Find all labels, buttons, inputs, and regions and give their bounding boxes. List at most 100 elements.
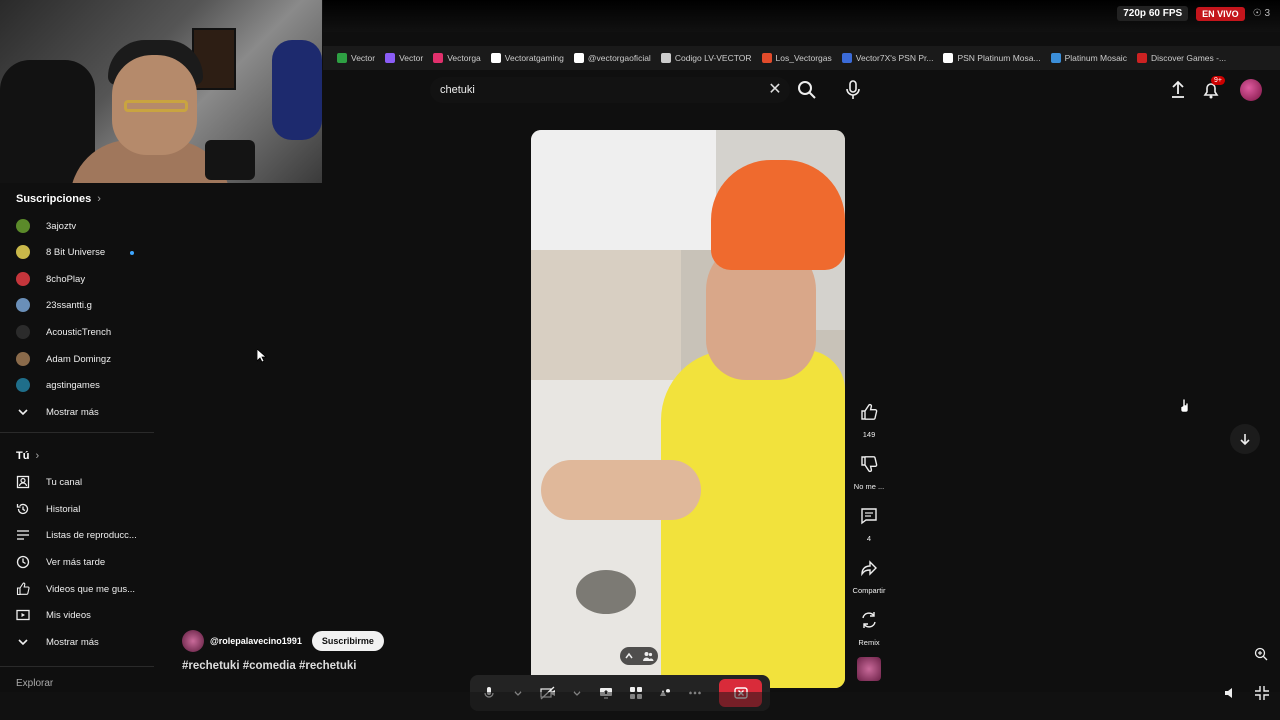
webcam-person-glasses	[124, 100, 188, 112]
sidebar-item-channel[interactable]: 23ssantti.g	[16, 295, 154, 315]
sidebar-item-channel[interactable]: 8choPlay	[16, 269, 154, 289]
thumbs-down-icon	[861, 456, 878, 473]
bookmark-item[interactable]: Vector7X's PSN Pr...	[841, 53, 933, 63]
bookmark-icon	[573, 53, 584, 63]
bookmark-icon	[660, 53, 671, 63]
sidebar-item-channel[interactable]: AcousticTrench	[16, 322, 154, 342]
bookmark-item[interactable]: PSN Platinum Mosa...	[943, 53, 1041, 63]
you-title: Tú	[16, 450, 30, 462]
sidebar-item-playlists[interactable]: Listas de reproducc...	[16, 525, 154, 545]
channel-name: 8 Bit Universe	[46, 246, 106, 258]
avatar[interactable]	[182, 630, 204, 652]
viewers-icon: ☉	[1252, 8, 1262, 19]
bookmark-item[interactable]: Vectorga	[433, 53, 481, 63]
thumbs-up-icon	[16, 582, 30, 596]
channel-name: Adam Domingz	[46, 353, 111, 365]
quality-badge: 720p 60 FPS	[1117, 6, 1189, 21]
bookmark-label: Vectoratgaming	[504, 53, 564, 63]
webcam-guitar	[272, 40, 322, 140]
sidebar-item-channel[interactable]: agstingames	[16, 375, 154, 395]
sidebar-item-your-videos[interactable]: Mis videos	[16, 605, 154, 625]
upload-icon[interactable]	[1168, 79, 1188, 101]
sidebar-item-watch-later[interactable]: Ver más tarde	[16, 552, 154, 572]
channel-avatar	[16, 219, 30, 233]
subscribe-button[interactable]: Suscribirme	[311, 631, 384, 651]
next-short-button[interactable]	[1230, 424, 1260, 454]
bookmark-item[interactable]: Vector	[385, 53, 423, 63]
show-more-you[interactable]: Mostrar más	[16, 632, 154, 652]
video-icon	[16, 608, 30, 622]
voice-search-icon[interactable]	[843, 79, 863, 101]
bookmark-icon	[490, 53, 501, 63]
like-button[interactable]: 149	[851, 402, 887, 439]
zoom-icon[interactable]	[1253, 646, 1269, 662]
short-video-player[interactable]	[531, 130, 845, 688]
bookmark-icon	[433, 53, 444, 63]
history-icon	[16, 502, 30, 516]
bookmark-item[interactable]: Vectoratgaming	[490, 53, 564, 63]
bookmark-item[interactable]: Los_Vectorgas	[761, 53, 832, 63]
viewer-count: ☉ 3	[1253, 8, 1270, 19]
you-heading[interactable]: Tú ›	[16, 450, 39, 462]
sidebar-item-label: Tu canal	[46, 476, 83, 488]
sidebar-item-your-channel[interactable]: Tu canal	[16, 472, 154, 492]
sidebar-divider	[0, 666, 154, 667]
video-scene-bowl	[576, 570, 636, 614]
chevron-up-icon	[625, 652, 633, 659]
share-button[interactable]: Compartir	[851, 558, 887, 595]
webcam-overlay	[0, 0, 322, 183]
notification-badge: 9+	[1211, 76, 1225, 85]
subscriptions-heading[interactable]: Suscripciones ›	[16, 193, 101, 205]
bookmark-item[interactable]: Discover Games -...	[1136, 53, 1226, 63]
explore-heading[interactable]: Explorar	[16, 678, 53, 689]
bookmark-item[interactable]: Platinum Mosaic	[1050, 53, 1127, 63]
sidebar-divider	[0, 432, 154, 433]
sidebar-item-liked-videos[interactable]: Videos que me gus...	[16, 579, 154, 599]
chevron-down-icon	[16, 405, 30, 419]
hashtags[interactable]: #rechetuki #comedia #rechetuki	[182, 660, 357, 672]
notifications-button[interactable]: 9+	[1200, 76, 1225, 101]
channel-name: AcousticTrench	[46, 326, 112, 338]
collapse-fullscreen-icon[interactable]	[1253, 684, 1271, 702]
sidebar: Suscripciones › 3ajoztv 8 Bit Universe 8c…	[0, 183, 160, 720]
bookmark-icon	[385, 53, 396, 63]
bookmark-icon	[337, 53, 347, 63]
bookmark-label: Vector	[399, 53, 424, 63]
comments-button[interactable]: 4	[851, 506, 887, 543]
clear-search-icon[interactable]: ✕	[765, 80, 785, 100]
sidebar-item-label: Ver más tarde	[46, 556, 106, 568]
like-count: 149	[862, 430, 876, 439]
user-box-icon	[16, 475, 30, 489]
channel-avatar	[16, 272, 30, 286]
channel-avatar	[16, 325, 30, 339]
video-scene-person-hands	[541, 460, 701, 520]
sidebar-item-channel[interactable]: 3ajoztv	[16, 216, 154, 236]
volume-icon[interactable]	[1222, 684, 1240, 702]
expand-controls-button[interactable]	[620, 647, 658, 665]
channel-avatar	[16, 378, 30, 392]
sidebar-item-channel[interactable]: Adam Domingz	[16, 349, 154, 369]
remix-button[interactable]: Remix	[851, 610, 887, 647]
sidebar-item-label: Historial	[46, 503, 81, 515]
chevron-down-icon	[16, 635, 30, 649]
channel-info: @rolepalavecino1991 Suscribirme	[182, 630, 384, 652]
bookmark-item[interactable]: @vectorgaoficial	[573, 53, 651, 63]
channel-avatar	[16, 298, 30, 312]
bookmark-item[interactable]: Codigo LV-VECTOR	[660, 53, 752, 63]
search-icon[interactable]	[796, 79, 818, 101]
dislike-label: No me ...	[853, 482, 885, 491]
channel-name: 8choPlay	[46, 273, 86, 285]
search-input[interactable]: chetuki	[430, 77, 790, 103]
avatar[interactable]	[1240, 79, 1262, 101]
video-scene-shelf	[531, 250, 681, 380]
people-icon	[643, 652, 654, 661]
remix-icon	[862, 612, 876, 628]
mouse-cursor-icon	[257, 349, 267, 363]
sidebar-item-history[interactable]: Historial	[16, 499, 154, 519]
show-more-subscriptions[interactable]: Mostrar más	[16, 402, 154, 422]
channel-handle[interactable]: @rolepalavecino1991	[210, 636, 302, 646]
show-more-label: Mostrar más	[46, 636, 99, 648]
channel-thumbnail[interactable]	[857, 657, 881, 681]
dislike-button[interactable]: No me ...	[851, 454, 887, 491]
bookmark-item[interactable]: Vector	[337, 53, 375, 63]
